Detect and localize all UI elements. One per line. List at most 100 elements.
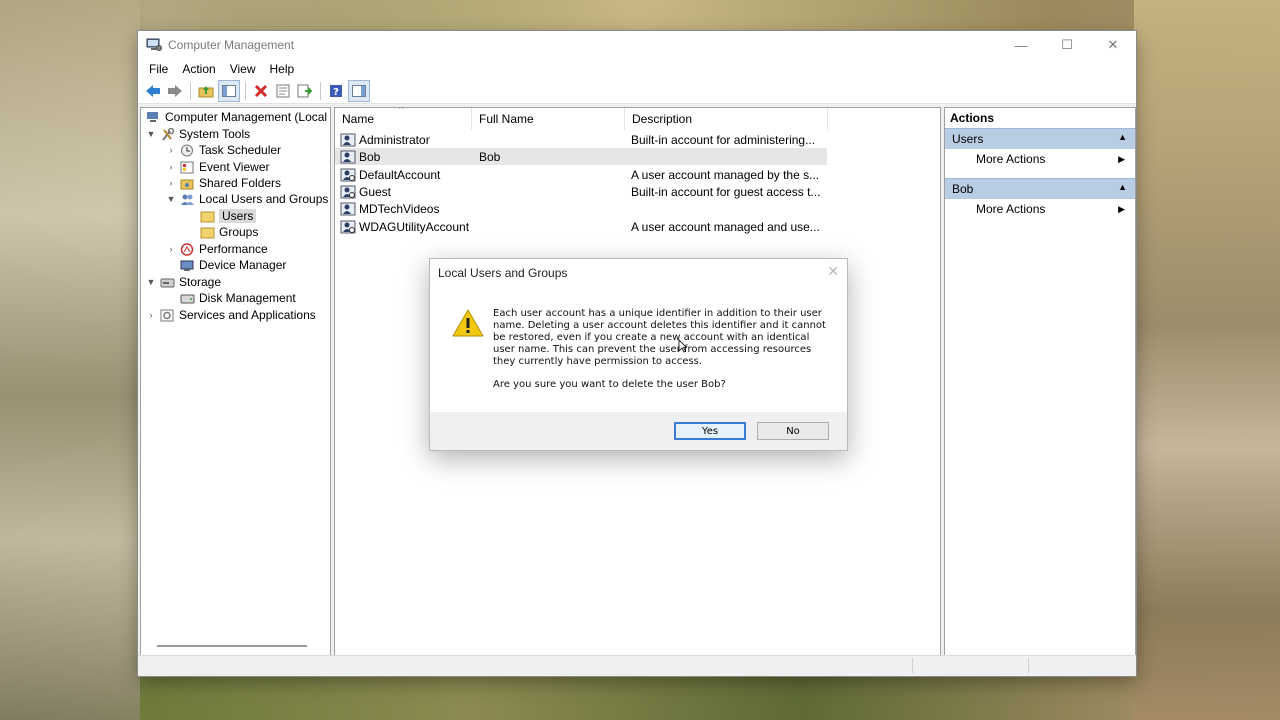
table-row[interactable]: MDTechVideos [335, 200, 827, 217]
help-icon[interactable]: ? [326, 81, 346, 101]
tree-item-event-viewer[interactable]: › Event Viewer [165, 159, 270, 175]
section-label: Users [952, 132, 984, 146]
wallpaper-right-cliff [1134, 0, 1280, 720]
tree-label-selected: Users [219, 209, 257, 223]
tree-item-users[interactable]: Users [197, 208, 257, 224]
event-viewer-icon [180, 161, 194, 173]
column-header-name[interactable]: Name ^ [335, 108, 472, 130]
table-row-selected[interactable]: Bob Bob [335, 148, 827, 165]
more-actions-users[interactable]: More Actions ▶ [945, 149, 1135, 169]
tree-item-task-scheduler[interactable]: › Task Scheduler [165, 142, 282, 158]
chevron-down-icon[interactable]: ▼ [145, 277, 157, 287]
user-disabled-icon [340, 185, 356, 198]
status-divider [1028, 658, 1029, 673]
table-row[interactable]: Administrator Built-in account for admin… [335, 131, 827, 148]
minimize-button[interactable]: — [998, 31, 1044, 59]
shared-folder-icon [180, 179, 194, 189]
chevron-right-icon[interactable]: › [165, 178, 177, 188]
tree-item-disk-management[interactable]: Disk Management [177, 290, 296, 306]
tree-label: Performance [199, 242, 268, 256]
horizontal-scrollbar[interactable] [157, 645, 307, 647]
column-header-full-name[interactable]: Full Name [472, 108, 625, 130]
section-label: Bob [952, 182, 974, 196]
table-row[interactable]: DefaultAccount A user account managed by… [335, 166, 827, 183]
user-disabled-icon [340, 220, 356, 233]
column-label: Description [632, 112, 693, 126]
tree-item-shared-folders[interactable]: › Shared Folders [165, 175, 282, 191]
no-button[interactable]: No [757, 422, 829, 440]
submenu-arrow-icon: ▶ [1118, 153, 1125, 164]
dialog-close-button[interactable]: ✕ [827, 263, 839, 280]
title-bar[interactable]: Computer Management — ☐ ✕ [138, 31, 1136, 59]
console-tree: Computer Management (Local ▼ System Tool… [140, 107, 331, 656]
delete-icon[interactable] [251, 81, 271, 101]
dialog-question: Are you sure you want to delete the user… [493, 379, 726, 390]
chevron-right-icon[interactable]: › [165, 145, 177, 155]
user-name: MDTechVideos [359, 201, 440, 216]
user-icon [340, 150, 356, 163]
column-header-description[interactable]: Description [625, 108, 828, 130]
tree-item-system-tools[interactable]: ▼ System Tools [145, 126, 251, 142]
performance-icon [180, 242, 194, 256]
user-description: A user account managed by the s... [631, 167, 820, 182]
device-manager-icon [180, 260, 194, 271]
tree-item-services-apps[interactable]: › Services and Applications [145, 307, 316, 323]
warning-icon [452, 309, 484, 337]
actions-header: Actions [950, 111, 995, 125]
chevron-right-icon[interactable]: › [145, 310, 157, 320]
yes-button[interactable]: Yes [674, 422, 746, 440]
menu-help[interactable]: Help [263, 62, 302, 76]
tree-item-root[interactable]: Computer Management (Local [143, 109, 327, 125]
collapse-caret-icon[interactable]: ▲ [1118, 132, 1127, 142]
computer-management-icon [146, 38, 162, 51]
user-icon [340, 133, 356, 146]
show-hide-tree-icon[interactable] [218, 80, 240, 102]
chevron-right-icon[interactable]: › [165, 162, 177, 172]
tree-item-storage[interactable]: ▼ Storage [145, 274, 222, 290]
delete-user-confirm-dialog: Local Users and Groups ✕ Each user accou… [429, 258, 848, 451]
chevron-down-icon[interactable]: ▼ [145, 129, 157, 139]
close-button[interactable]: ✕ [1090, 31, 1136, 59]
table-row[interactable]: Guest Built-in account for guest access … [335, 183, 827, 200]
user-name: WDAGUtilityAccount [359, 219, 470, 234]
tree-item-device-manager[interactable]: Device Manager [177, 257, 286, 273]
dialog-title: Local Users and Groups [438, 266, 568, 280]
tree-label: Groups [219, 225, 259, 239]
tree-label: Storage [179, 275, 222, 289]
up-folder-icon[interactable] [196, 81, 216, 101]
tree-label: Local Users and Groups [199, 192, 329, 206]
tree-item-performance[interactable]: › Performance [165, 241, 268, 257]
table-row[interactable]: WDAGUtilityAccount A user account manage… [335, 218, 827, 235]
export-list-icon[interactable] [295, 81, 315, 101]
more-actions-bob[interactable]: More Actions ▶ [945, 199, 1135, 219]
user-name: Bob [359, 149, 381, 164]
actions-pane: Actions Users ▲ More Actions ▶ Bob ▲ Mor… [944, 107, 1136, 656]
action-label: More Actions [976, 152, 1046, 166]
user-description: A user account managed and use... [631, 219, 820, 234]
tree-item-groups[interactable]: Groups [197, 224, 258, 240]
maximize-button[interactable]: ☐ [1044, 31, 1090, 59]
users-group-icon [181, 194, 194, 205]
actions-section-users[interactable]: Users ▲ [945, 128, 1135, 149]
back-icon[interactable] [143, 81, 163, 101]
show-hide-action-pane-icon[interactable] [348, 80, 370, 102]
properties-icon[interactable] [273, 81, 293, 101]
chevron-down-icon[interactable]: ▼ [165, 194, 177, 204]
collapse-caret-icon[interactable]: ▲ [1118, 182, 1127, 192]
tree-label: Event Viewer [199, 160, 270, 174]
menu-action[interactable]: Action [175, 62, 222, 76]
forward-icon[interactable] [165, 81, 185, 101]
toolbar-separator [190, 82, 191, 100]
tree-label: Services and Applications [179, 308, 316, 322]
wallpaper-left-cliff [0, 0, 140, 720]
tree-label: Computer Management (Local [165, 110, 328, 124]
menu-file[interactable]: File [142, 62, 175, 76]
menu-view[interactable]: View [223, 62, 263, 76]
actions-section-bob[interactable]: Bob ▲ [945, 178, 1135, 199]
action-label: More Actions [976, 202, 1046, 216]
tree-item-local-users-groups[interactable]: ▼ Local Users and Groups [165, 191, 329, 207]
tree-label: Disk Management [199, 291, 296, 305]
chevron-right-icon[interactable]: › [165, 244, 177, 254]
toolbar-separator [320, 82, 321, 100]
services-icon [160, 309, 174, 321]
